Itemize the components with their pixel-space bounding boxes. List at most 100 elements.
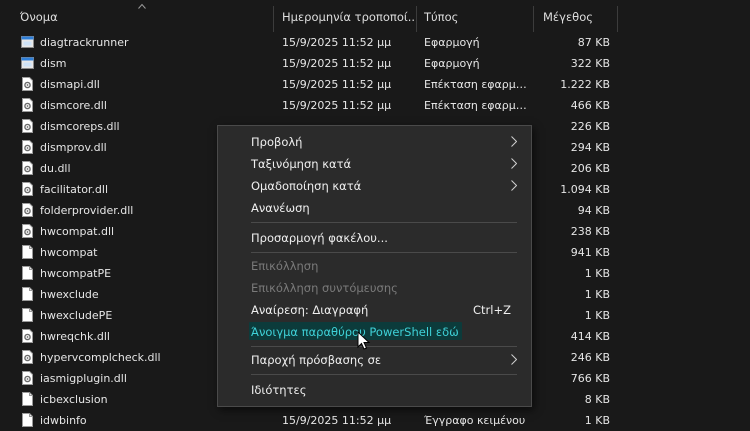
column-size[interactable]: Μέγεθος: [543, 10, 593, 24]
file-size: 238 KB: [570, 225, 610, 238]
menu-item-sort-by[interactable]: Ταξινόμηση κατά: [218, 153, 531, 174]
file-name: dismprov.dll: [40, 141, 107, 154]
file-name: hwcompat.dll: [40, 225, 115, 238]
sort-ascending-icon: [138, 3, 146, 9]
app-icon: [21, 56, 34, 70]
file-name: dism: [40, 57, 67, 70]
chevron-right-icon: [511, 158, 517, 169]
column-divider[interactable]: [533, 6, 534, 32]
column-divider[interactable]: [416, 6, 417, 32]
dll-icon: [21, 182, 34, 196]
file-size: 466 KB: [570, 99, 610, 112]
file-size: 1 KB: [584, 309, 610, 322]
menu-item-refresh[interactable]: Ανανέωση: [218, 197, 531, 218]
shortcut-label: Ctrl+Z: [473, 303, 511, 317]
file-row[interactable]: idwbinfo 15/9/2025 11:52 μμ Έγγραφο κειμέν…: [0, 410, 750, 431]
file-icon: [21, 392, 34, 406]
file-size: 1.222 KB: [560, 78, 610, 91]
file-size: 1 KB: [584, 414, 610, 427]
file-name: dismapi.dll: [40, 78, 100, 91]
file-name: du.dll: [40, 162, 71, 175]
file-size: 226 KB: [570, 120, 610, 133]
file-date-modified: 15/9/2025 11:52 μμ: [282, 99, 392, 112]
context-menu: Προβολή Ταξινόμηση κατά Ομαδοποίηση κατά…: [217, 125, 532, 407]
file-type: Εφαρμογή: [424, 36, 480, 49]
file-name: iasmigplugin.dll: [40, 372, 127, 385]
file-name: idwbinfo: [40, 414, 87, 427]
file-size: 322 KB: [570, 57, 610, 70]
file-name: hwexcludePE: [40, 309, 113, 322]
dll-icon: [21, 161, 34, 175]
file-size: 246 KB: [570, 351, 610, 364]
file-name: dismcore.dll: [40, 99, 107, 112]
file-icon: [21, 245, 34, 259]
column-date-modified[interactable]: Ημερομηνία τροποποί...: [282, 10, 414, 24]
menu-item-properties[interactable]: Ιδιότητες: [218, 379, 531, 400]
menu-item-undo-delete[interactable]: Αναίρεση: Διαγραφή Ctrl+Z: [218, 299, 531, 320]
menu-item-open-powershell[interactable]: Άνοιγμα παραθύρου PowerShell εδώ: [218, 321, 531, 342]
dll-icon: [21, 140, 34, 154]
chevron-right-icon: [511, 354, 517, 365]
column-header: Όνομα Ημερομηνία τροποποί... Τύπος Μέγεθ…: [0, 0, 750, 32]
dll-icon: [21, 203, 34, 217]
file-icon: [21, 413, 34, 427]
file-name: hwexclude: [40, 288, 99, 301]
file-type: Επέκταση εφαρμογής: [424, 78, 530, 91]
column-type[interactable]: Τύπος: [424, 10, 458, 24]
column-divider[interactable]: [617, 6, 618, 32]
file-size: 414 KB: [570, 330, 610, 343]
menu-item-give-access[interactable]: Παροχή πρόσβασης σε: [218, 349, 531, 370]
menu-item-paste[interactable]: Επικόλληση: [218, 255, 531, 276]
file-icon: [21, 287, 34, 301]
file-size: 766 KB: [570, 372, 610, 385]
file-name: hwcompatPE: [40, 267, 112, 280]
file-name: dismcoreps.dll: [40, 120, 120, 133]
file-name: hypervcomplcheck.dll: [40, 351, 161, 364]
file-date-modified: 15/9/2025 11:52 μμ: [282, 414, 392, 427]
file-date-modified: 15/9/2025 11:52 μμ: [282, 36, 392, 49]
file-row[interactable]: dismapi.dll 15/9/2025 11:52 μμ Επέκταση εφ…: [0, 74, 750, 95]
dll-icon: [21, 371, 34, 385]
menu-item-view[interactable]: Προβολή: [218, 131, 531, 152]
menu-item-customize-folder[interactable]: Προσαρμογή φακέλου...: [218, 227, 531, 248]
file-size: 1 KB: [584, 288, 610, 301]
file-date-modified: 15/9/2025 11:52 μμ: [282, 57, 392, 70]
file-date-modified: 15/9/2025 11:52 μμ: [282, 78, 392, 91]
app-icon: [21, 35, 34, 49]
file-icon: [21, 308, 34, 322]
chevron-right-icon: [511, 136, 517, 147]
file-name: facilitator.dll: [40, 183, 109, 196]
dll-icon: [21, 350, 34, 364]
dll-icon: [21, 224, 34, 238]
dll-icon: [21, 329, 34, 343]
menu-item-paste-shortcut[interactable]: Επικόλληση συντόμευσης: [218, 277, 531, 298]
file-row[interactable]: diagtrackrunner 15/9/2025 11:52 μμ Εφαρμογ…: [0, 32, 750, 53]
mouse-pointer-icon: [357, 331, 371, 350]
file-size: 941 KB: [570, 246, 610, 259]
file-size: 87 KB: [577, 36, 610, 49]
menu-separator: [251, 252, 517, 253]
file-type: Έγγραφο κειμένου: [424, 414, 526, 427]
file-name: diagtrackrunner: [40, 36, 129, 49]
file-type: Εφαρμογή: [424, 57, 480, 70]
column-divider[interactable]: [273, 6, 274, 32]
column-name[interactable]: Όνομα: [20, 10, 58, 24]
file-size: 1.094 KB: [560, 183, 610, 196]
menu-separator: [251, 222, 517, 223]
chevron-right-icon: [511, 180, 517, 191]
file-type: Επέκταση εφαρμογής: [424, 99, 530, 112]
file-name: folderprovider.dll: [40, 204, 134, 217]
menu-item-group-by[interactable]: Ομαδοποίηση κατά: [218, 175, 531, 196]
file-name: hwreqchk.dll: [40, 330, 110, 343]
dll-icon: [21, 119, 34, 133]
file-icon: [21, 266, 34, 280]
file-name: hwcompat: [40, 246, 98, 259]
file-size: 94 KB: [577, 204, 610, 217]
file-row[interactable]: dismcore.dll 15/9/2025 11:52 μμ Επέκταση ε…: [0, 95, 750, 116]
file-size: 8 KB: [584, 393, 610, 406]
menu-separator: [251, 374, 517, 375]
file-name: icbexclusion: [40, 393, 108, 406]
file-size: 294 KB: [570, 141, 610, 154]
file-row[interactable]: dism 15/9/2025 11:52 μμ Εφαρμογή 322 KB: [0, 53, 750, 74]
file-size: 206 KB: [570, 162, 610, 175]
